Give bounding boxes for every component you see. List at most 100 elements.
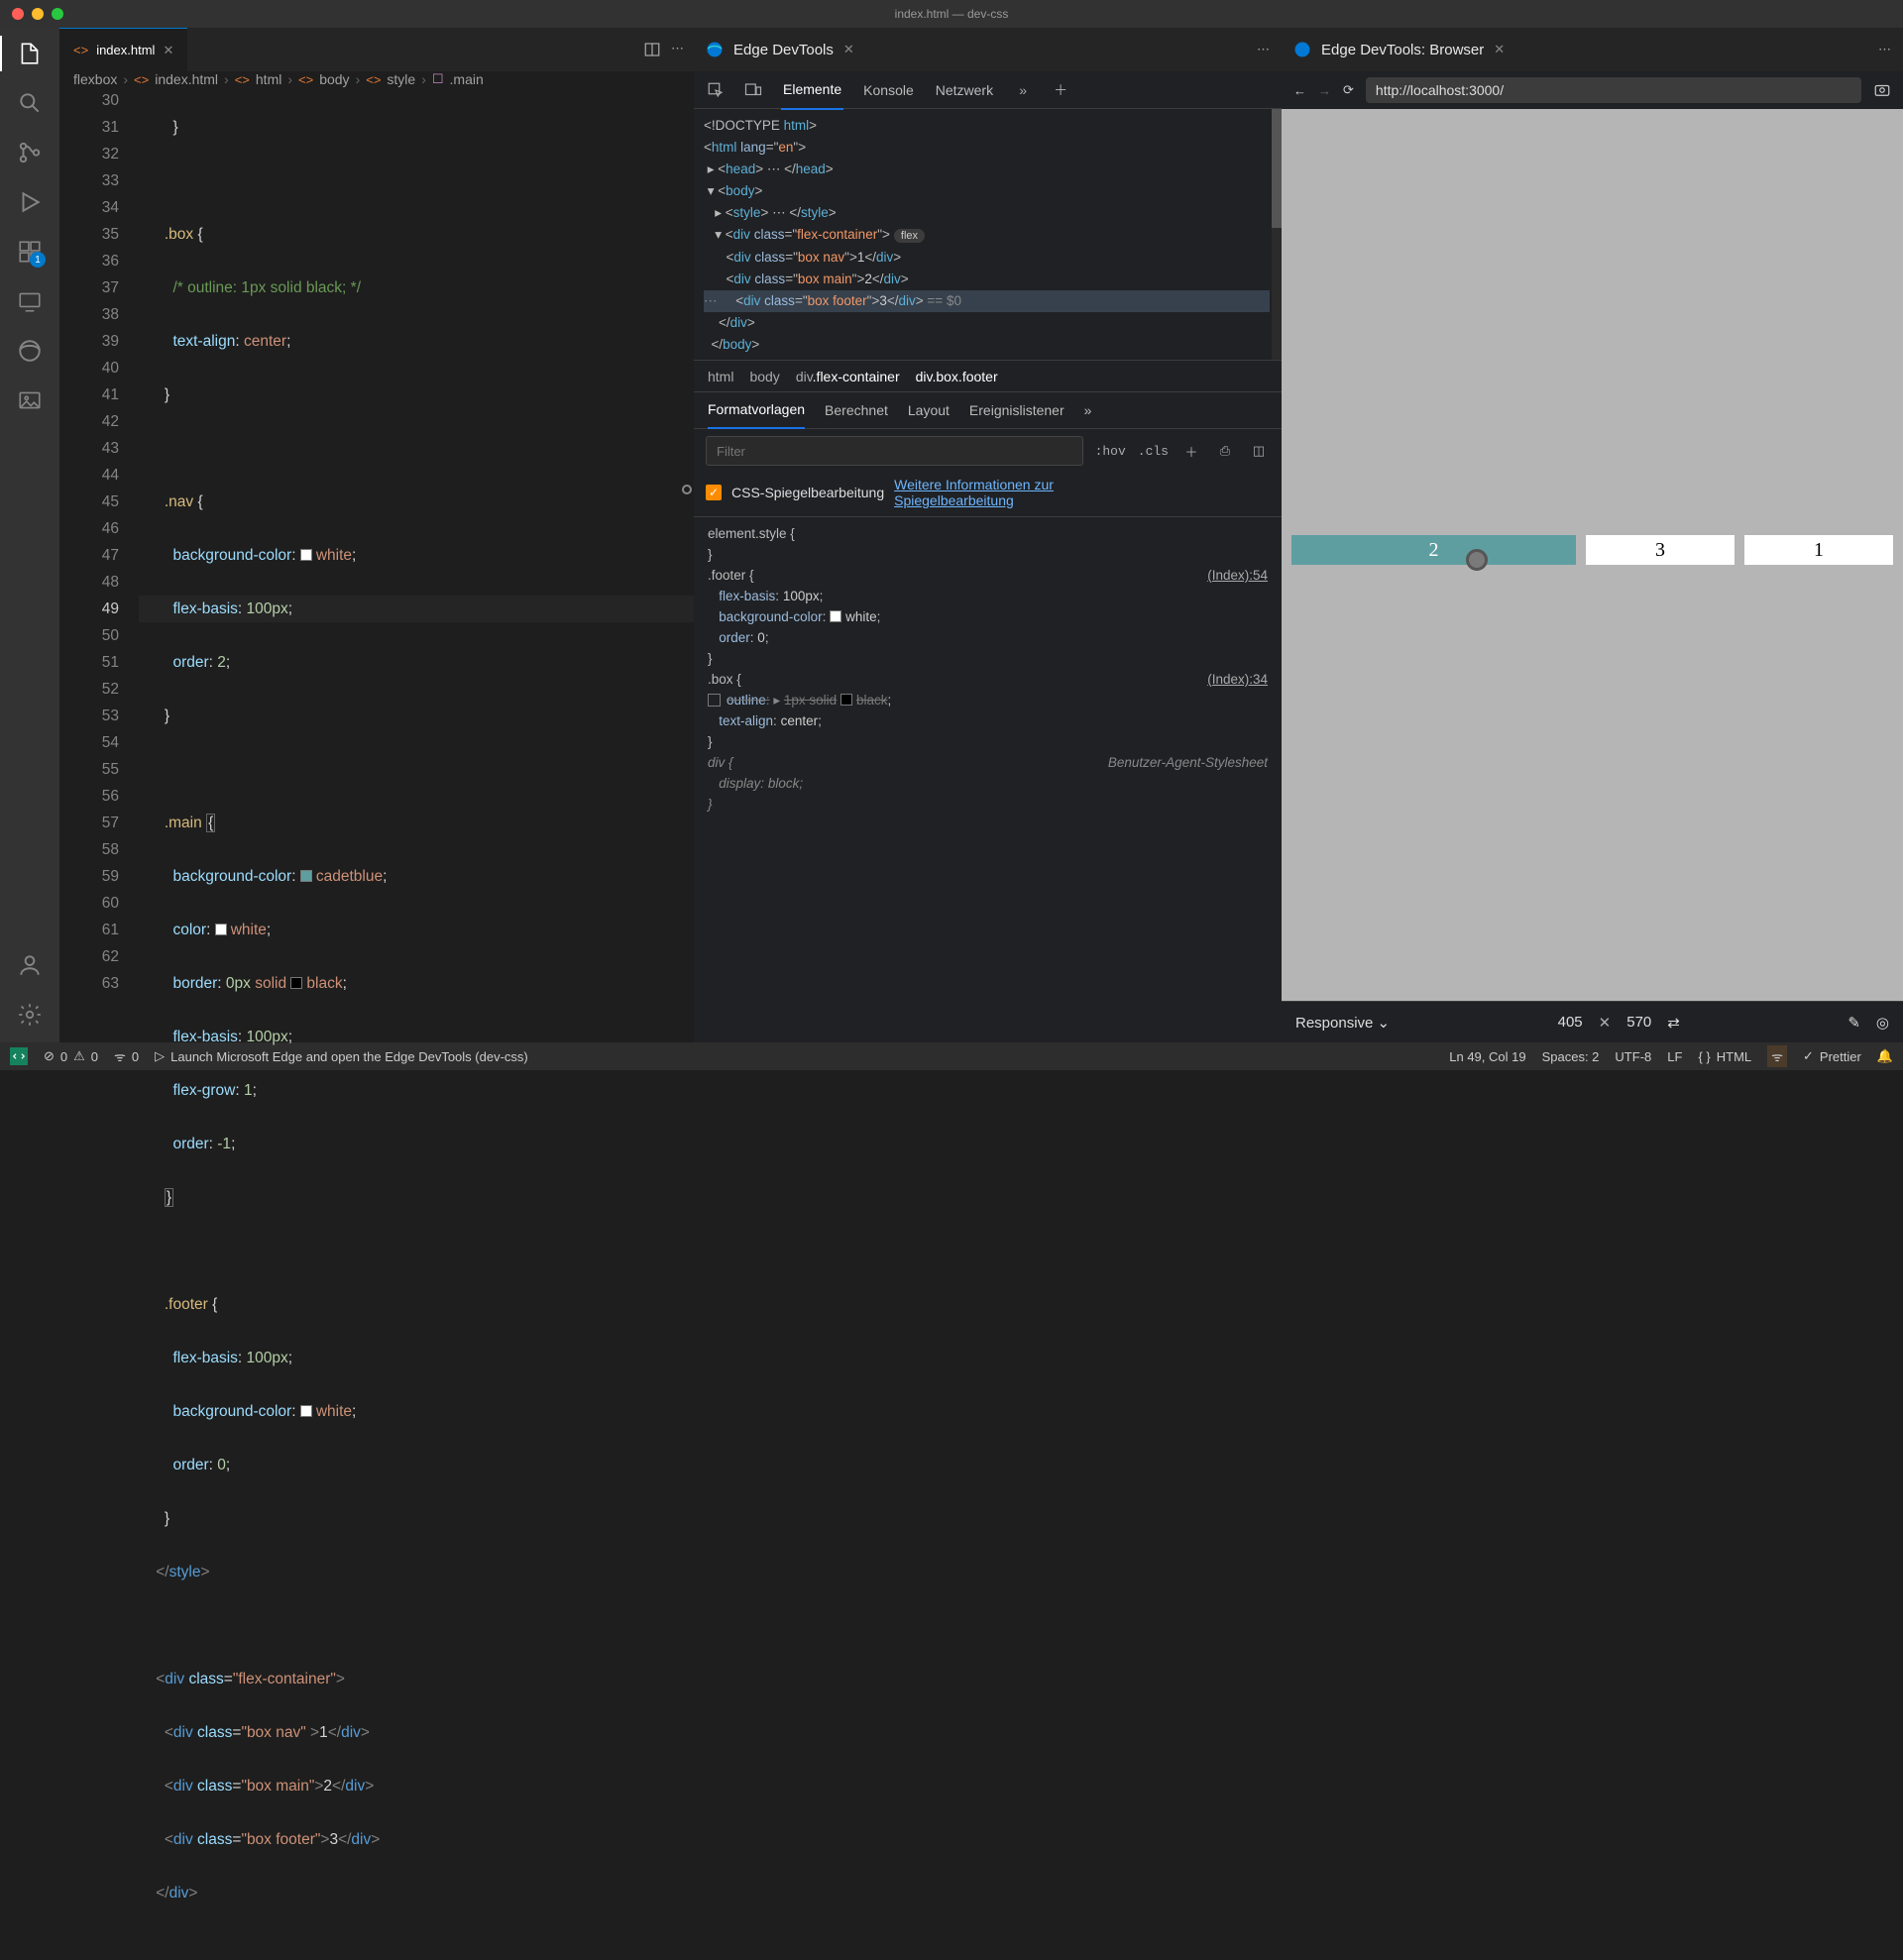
rotate-icon[interactable]: ⇄ [1667, 1014, 1680, 1032]
more-tabs-icon[interactable]: » [1013, 80, 1033, 100]
width-value[interactable]: 405 [1558, 1014, 1583, 1031]
code-editor[interactable]: 3031323334353637383940414243444546474849… [59, 87, 694, 1960]
breadcrumb[interactable]: flexbox› <>index.html› <>html› <>body› <… [59, 71, 694, 87]
flex-container-preview: 2 3 1 [1291, 535, 1893, 565]
height-value[interactable]: 570 [1626, 1014, 1651, 1031]
tab-console[interactable]: Konsole [861, 71, 916, 109]
extensions-badge: 1 [30, 252, 46, 268]
filter-row: :hov .cls ＋ ⎙ ◫ [694, 429, 1282, 473]
url-bar[interactable]: http://localhost:3000/ [1366, 77, 1861, 103]
indent[interactable]: Spaces: 2 [1542, 1049, 1600, 1064]
line-gutter: 3031323334353637383940414243444546474849… [59, 87, 139, 1960]
code-lines[interactable]: } .box { /* outline: 1px solid black; */… [139, 87, 694, 1960]
styles-pane[interactable]: element.style { } .footer {(Index):54 fl… [694, 517, 1282, 1042]
close-icon[interactable]: ✕ [1494, 42, 1505, 57]
ports[interactable]: ᯤ0 [114, 1047, 139, 1065]
dom-breadcrumb[interactable]: html body div.flex-container div.box.foo… [694, 360, 1282, 391]
hov-toggle[interactable]: :hov [1095, 444, 1126, 459]
browser-viewport[interactable]: 2 3 1 [1282, 109, 1903, 1001]
screenshot-icon[interactable] [1873, 81, 1891, 99]
browser-nav: ← → ⟳ http://localhost:3000/ [1282, 71, 1903, 109]
indicator-icon [682, 485, 692, 494]
more-icon[interactable]: ⋯ [1257, 42, 1270, 57]
cursor-position[interactable]: Ln 49, Col 19 [1449, 1049, 1525, 1064]
search-icon[interactable] [16, 89, 44, 117]
close-icon[interactable]: ✕ [1599, 1014, 1612, 1032]
debug-icon[interactable] [16, 188, 44, 216]
edge-icon[interactable] [16, 337, 44, 365]
filter-input[interactable] [706, 436, 1083, 466]
box-nav: 1 [1744, 535, 1893, 565]
mirror-editing-row: ✓ CSS-Spiegelbearbeitung Weitere Informa… [694, 473, 1282, 517]
activity-bar: 1 [0, 28, 59, 1042]
print-icon[interactable]: ⎙ [1214, 440, 1236, 462]
mirror-label: CSS-Spiegelbearbeitung [731, 485, 884, 500]
more-tabs-icon[interactable]: » [1084, 402, 1092, 418]
device-bar: Responsive ⌄ 405 ✕ 570 ⇄ ✎ ◎ [1282, 1001, 1903, 1042]
tab-network[interactable]: Netzwerk [934, 71, 995, 109]
remote-indicator[interactable] [10, 1047, 28, 1065]
window-title: index.html — dev-css [895, 7, 1009, 21]
mirror-checkbox[interactable]: ✓ [706, 485, 722, 500]
reload-icon[interactable]: ⟳ [1343, 82, 1354, 98]
dom-tree[interactable]: <!DOCTYPE html> <html lang="en"> ▸ <head… [694, 109, 1282, 360]
cls-toggle[interactable]: .cls [1138, 444, 1169, 459]
add-tab-icon[interactable]: ＋ [1051, 80, 1070, 100]
close-icon[interactable]: ✕ [843, 42, 854, 57]
device-toggle-icon[interactable] [743, 80, 763, 100]
extensions-icon[interactable]: 1 [16, 238, 44, 266]
editor: <> index.html ✕ ⋯ flexbox› <>index.html›… [59, 28, 694, 1042]
scrollbar[interactable] [1272, 109, 1282, 360]
browser-title: Edge DevTools: Browser [1321, 42, 1484, 58]
styles-tabs: Formatvorlagen Berechnet Layout Ereignis… [694, 391, 1282, 429]
tab-styles[interactable]: Formatvorlagen [708, 391, 805, 429]
tab-elements[interactable]: Elemente [781, 70, 843, 110]
box-main: 2 [1291, 535, 1576, 565]
tab-layout[interactable]: Layout [908, 402, 950, 418]
problems[interactable]: ⊘0⚠0 [44, 1048, 98, 1064]
split-editor-icon[interactable] [643, 41, 661, 58]
tab-label: index.html [96, 43, 155, 57]
maximize-window[interactable] [52, 8, 63, 20]
resize-handle[interactable] [1466, 549, 1488, 571]
new-rule-icon[interactable]: ＋ [1180, 440, 1202, 462]
account-icon[interactable] [16, 951, 44, 979]
image-icon[interactable] [16, 386, 44, 414]
language-mode[interactable]: { }HTML [1698, 1049, 1751, 1064]
close-window[interactable] [12, 8, 24, 20]
traffic-lights [12, 8, 63, 20]
inspect-icon[interactable] [706, 80, 726, 100]
forward-icon[interactable]: → [1318, 83, 1331, 98]
edge-logo-icon [706, 41, 724, 58]
notifications-icon[interactable]: 🔔 [1877, 1048, 1893, 1064]
titlebar: index.html — dev-css [0, 0, 1903, 28]
encoding[interactable]: UTF-8 [1615, 1049, 1651, 1064]
more-icon[interactable]: ⋯ [671, 41, 684, 58]
scm-icon[interactable] [16, 139, 44, 166]
devtools-toolbar: Elemente Konsole Netzwerk » ＋ [694, 71, 1282, 109]
mirror-link[interactable]: Weitere Informationen zur Spiegelbearbei… [894, 477, 1112, 508]
back-icon[interactable]: ← [1293, 83, 1306, 98]
go-live[interactable]: ᯤ [1767, 1045, 1787, 1067]
tab-index-html[interactable]: <> index.html ✕ [59, 28, 187, 71]
devtools-tabbar: Edge DevTools ✕ ⋯ [694, 28, 1282, 71]
editor-tabs: <> index.html ✕ ⋯ [59, 28, 694, 71]
edge-logo-icon [1293, 41, 1311, 58]
eol[interactable]: LF [1667, 1049, 1682, 1064]
panel-icon[interactable]: ◫ [1248, 440, 1270, 462]
tab-computed[interactable]: Berechnet [825, 402, 888, 418]
target-icon[interactable]: ◎ [1876, 1014, 1889, 1032]
device-select[interactable]: Responsive ⌄ [1295, 1014, 1390, 1032]
browser-tabbar: Edge DevTools: Browser ✕ ⋯ [1282, 28, 1903, 71]
edit-icon[interactable]: ✎ [1847, 1014, 1860, 1032]
devtools-title: Edge DevTools [733, 42, 834, 58]
explorer-icon[interactable] [16, 40, 44, 67]
close-icon[interactable]: ✕ [163, 43, 173, 58]
minimize-window[interactable] [32, 8, 44, 20]
more-icon[interactable]: ⋯ [1878, 42, 1891, 57]
prettier[interactable]: ✓Prettier [1803, 1048, 1861, 1064]
remote-icon[interactable] [16, 287, 44, 315]
settings-icon[interactable] [16, 1001, 44, 1029]
devtools-panel: Edge DevTools ✕ ⋯ Elemente Konsole Netzw… [694, 28, 1282, 1042]
tab-listeners[interactable]: Ereignislistener [969, 402, 1064, 418]
